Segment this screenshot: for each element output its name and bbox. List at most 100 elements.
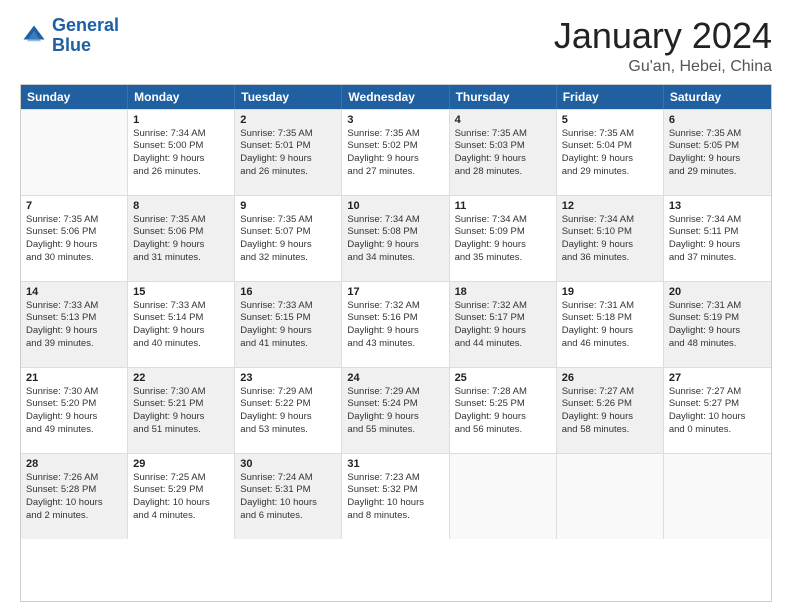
day-cell-11: 11Sunrise: 7:34 AMSunset: 5:09 PMDayligh… bbox=[450, 196, 557, 281]
day-number: 28 bbox=[26, 458, 122, 470]
cell-text: Daylight: 9 hours bbox=[26, 239, 122, 252]
cell-text: Daylight: 10 hours bbox=[26, 497, 122, 510]
calendar-row-0: 1Sunrise: 7:34 AMSunset: 5:00 PMDaylight… bbox=[21, 109, 771, 195]
day-cell-7: 7Sunrise: 7:35 AMSunset: 5:06 PMDaylight… bbox=[21, 196, 128, 281]
cell-text: Sunset: 5:27 PM bbox=[669, 398, 766, 411]
cell-text: and 30 minutes. bbox=[26, 252, 122, 265]
day-number: 16 bbox=[240, 286, 336, 298]
cell-text: Sunrise: 7:32 AM bbox=[455, 300, 551, 313]
day-cell-5: 5Sunrise: 7:35 AMSunset: 5:04 PMDaylight… bbox=[557, 110, 664, 195]
day-cell-22: 22Sunrise: 7:30 AMSunset: 5:21 PMDayligh… bbox=[128, 368, 235, 453]
cell-text: Daylight: 9 hours bbox=[240, 153, 336, 166]
day-number: 20 bbox=[669, 286, 766, 298]
cell-text: Sunrise: 7:34 AM bbox=[347, 214, 443, 227]
cell-text: and 48 minutes. bbox=[669, 338, 766, 351]
cell-text: Daylight: 9 hours bbox=[133, 325, 229, 338]
header: General Blue January 2024 Gu'an, Hebei, … bbox=[20, 16, 772, 76]
cell-text: Sunset: 5:01 PM bbox=[240, 140, 336, 153]
cell-text: Sunrise: 7:35 AM bbox=[26, 214, 122, 227]
day-cell-6: 6Sunrise: 7:35 AMSunset: 5:05 PMDaylight… bbox=[664, 110, 771, 195]
cell-text: Daylight: 9 hours bbox=[669, 325, 766, 338]
location: Gu'an, Hebei, China bbox=[554, 58, 772, 76]
day-number: 15 bbox=[133, 286, 229, 298]
cell-text: Sunrise: 7:35 AM bbox=[347, 128, 443, 141]
day-number: 5 bbox=[562, 114, 658, 126]
cell-text: Sunset: 5:18 PM bbox=[562, 312, 658, 325]
day-number: 22 bbox=[133, 372, 229, 384]
day-cell-23: 23Sunrise: 7:29 AMSunset: 5:22 PMDayligh… bbox=[235, 368, 342, 453]
cell-text: Sunset: 5:13 PM bbox=[26, 312, 122, 325]
cell-text: Daylight: 10 hours bbox=[240, 497, 336, 510]
day-cell-26: 26Sunrise: 7:27 AMSunset: 5:26 PMDayligh… bbox=[557, 368, 664, 453]
weekday-header-saturday: Saturday bbox=[664, 85, 771, 109]
cell-text: and 34 minutes. bbox=[347, 252, 443, 265]
cell-text: and 58 minutes. bbox=[562, 424, 658, 437]
cell-text: Sunrise: 7:23 AM bbox=[347, 472, 443, 485]
cell-text: Sunrise: 7:35 AM bbox=[669, 128, 766, 141]
day-number: 2 bbox=[240, 114, 336, 126]
cell-text: and 37 minutes. bbox=[669, 252, 766, 265]
cell-text: Sunrise: 7:35 AM bbox=[240, 128, 336, 141]
day-number: 17 bbox=[347, 286, 443, 298]
calendar: SundayMondayTuesdayWednesdayThursdayFrid… bbox=[20, 84, 772, 602]
cell-text: Sunset: 5:08 PM bbox=[347, 226, 443, 239]
day-number: 18 bbox=[455, 286, 551, 298]
cell-text: and 39 minutes. bbox=[26, 338, 122, 351]
cell-text: Daylight: 10 hours bbox=[669, 411, 766, 424]
day-number: 23 bbox=[240, 372, 336, 384]
day-number: 3 bbox=[347, 114, 443, 126]
cell-text: and 44 minutes. bbox=[455, 338, 551, 351]
logo-text: General Blue bbox=[52, 16, 119, 56]
day-cell-29: 29Sunrise: 7:25 AMSunset: 5:29 PMDayligh… bbox=[128, 454, 235, 539]
cell-text: Daylight: 9 hours bbox=[669, 239, 766, 252]
cell-text: Sunset: 5:17 PM bbox=[455, 312, 551, 325]
day-cell-20: 20Sunrise: 7:31 AMSunset: 5:19 PMDayligh… bbox=[664, 282, 771, 367]
cell-text: Daylight: 9 hours bbox=[562, 153, 658, 166]
day-number: 1 bbox=[133, 114, 229, 126]
month-title: January 2024 bbox=[554, 16, 772, 56]
cell-text: Sunset: 5:26 PM bbox=[562, 398, 658, 411]
calendar-row-2: 14Sunrise: 7:33 AMSunset: 5:13 PMDayligh… bbox=[21, 281, 771, 367]
cell-text: Sunset: 5:10 PM bbox=[562, 226, 658, 239]
day-number: 24 bbox=[347, 372, 443, 384]
cell-text: Sunrise: 7:29 AM bbox=[347, 386, 443, 399]
day-cell-17: 17Sunrise: 7:32 AMSunset: 5:16 PMDayligh… bbox=[342, 282, 449, 367]
cell-text: Daylight: 9 hours bbox=[347, 239, 443, 252]
cell-text: Sunrise: 7:30 AM bbox=[133, 386, 229, 399]
cell-text: and 31 minutes. bbox=[133, 252, 229, 265]
cell-text: and 8 minutes. bbox=[347, 510, 443, 523]
day-cell-19: 19Sunrise: 7:31 AMSunset: 5:18 PMDayligh… bbox=[557, 282, 664, 367]
cell-text: Daylight: 9 hours bbox=[347, 411, 443, 424]
cell-text: Sunset: 5:15 PM bbox=[240, 312, 336, 325]
day-number: 13 bbox=[669, 200, 766, 212]
cell-text: and 53 minutes. bbox=[240, 424, 336, 437]
day-cell-13: 13Sunrise: 7:34 AMSunset: 5:11 PMDayligh… bbox=[664, 196, 771, 281]
weekday-header-friday: Friday bbox=[557, 85, 664, 109]
cell-text: Sunset: 5:32 PM bbox=[347, 484, 443, 497]
cell-text: Sunset: 5:19 PM bbox=[669, 312, 766, 325]
cell-text: Daylight: 9 hours bbox=[240, 325, 336, 338]
cell-text: and 0 minutes. bbox=[669, 424, 766, 437]
empty-cell-4-4 bbox=[450, 454, 557, 539]
day-number: 31 bbox=[347, 458, 443, 470]
day-cell-4: 4Sunrise: 7:35 AMSunset: 5:03 PMDaylight… bbox=[450, 110, 557, 195]
cell-text: and 27 minutes. bbox=[347, 166, 443, 179]
cell-text: and 26 minutes. bbox=[240, 166, 336, 179]
cell-text: Sunrise: 7:35 AM bbox=[133, 214, 229, 227]
cell-text: Daylight: 9 hours bbox=[562, 325, 658, 338]
cell-text: Daylight: 9 hours bbox=[26, 325, 122, 338]
weekday-header-wednesday: Wednesday bbox=[342, 85, 449, 109]
cell-text: Sunset: 5:06 PM bbox=[133, 226, 229, 239]
weekday-header-monday: Monday bbox=[128, 85, 235, 109]
day-cell-18: 18Sunrise: 7:32 AMSunset: 5:17 PMDayligh… bbox=[450, 282, 557, 367]
cell-text: and 36 minutes. bbox=[562, 252, 658, 265]
cell-text: Sunrise: 7:35 AM bbox=[240, 214, 336, 227]
calendar-row-1: 7Sunrise: 7:35 AMSunset: 5:06 PMDaylight… bbox=[21, 195, 771, 281]
day-cell-31: 31Sunrise: 7:23 AMSunset: 5:32 PMDayligh… bbox=[342, 454, 449, 539]
day-cell-28: 28Sunrise: 7:26 AMSunset: 5:28 PMDayligh… bbox=[21, 454, 128, 539]
logo-blue: Blue bbox=[52, 35, 91, 55]
cell-text: Daylight: 9 hours bbox=[240, 411, 336, 424]
day-cell-14: 14Sunrise: 7:33 AMSunset: 5:13 PMDayligh… bbox=[21, 282, 128, 367]
day-cell-10: 10Sunrise: 7:34 AMSunset: 5:08 PMDayligh… bbox=[342, 196, 449, 281]
cell-text: Sunset: 5:00 PM bbox=[133, 140, 229, 153]
